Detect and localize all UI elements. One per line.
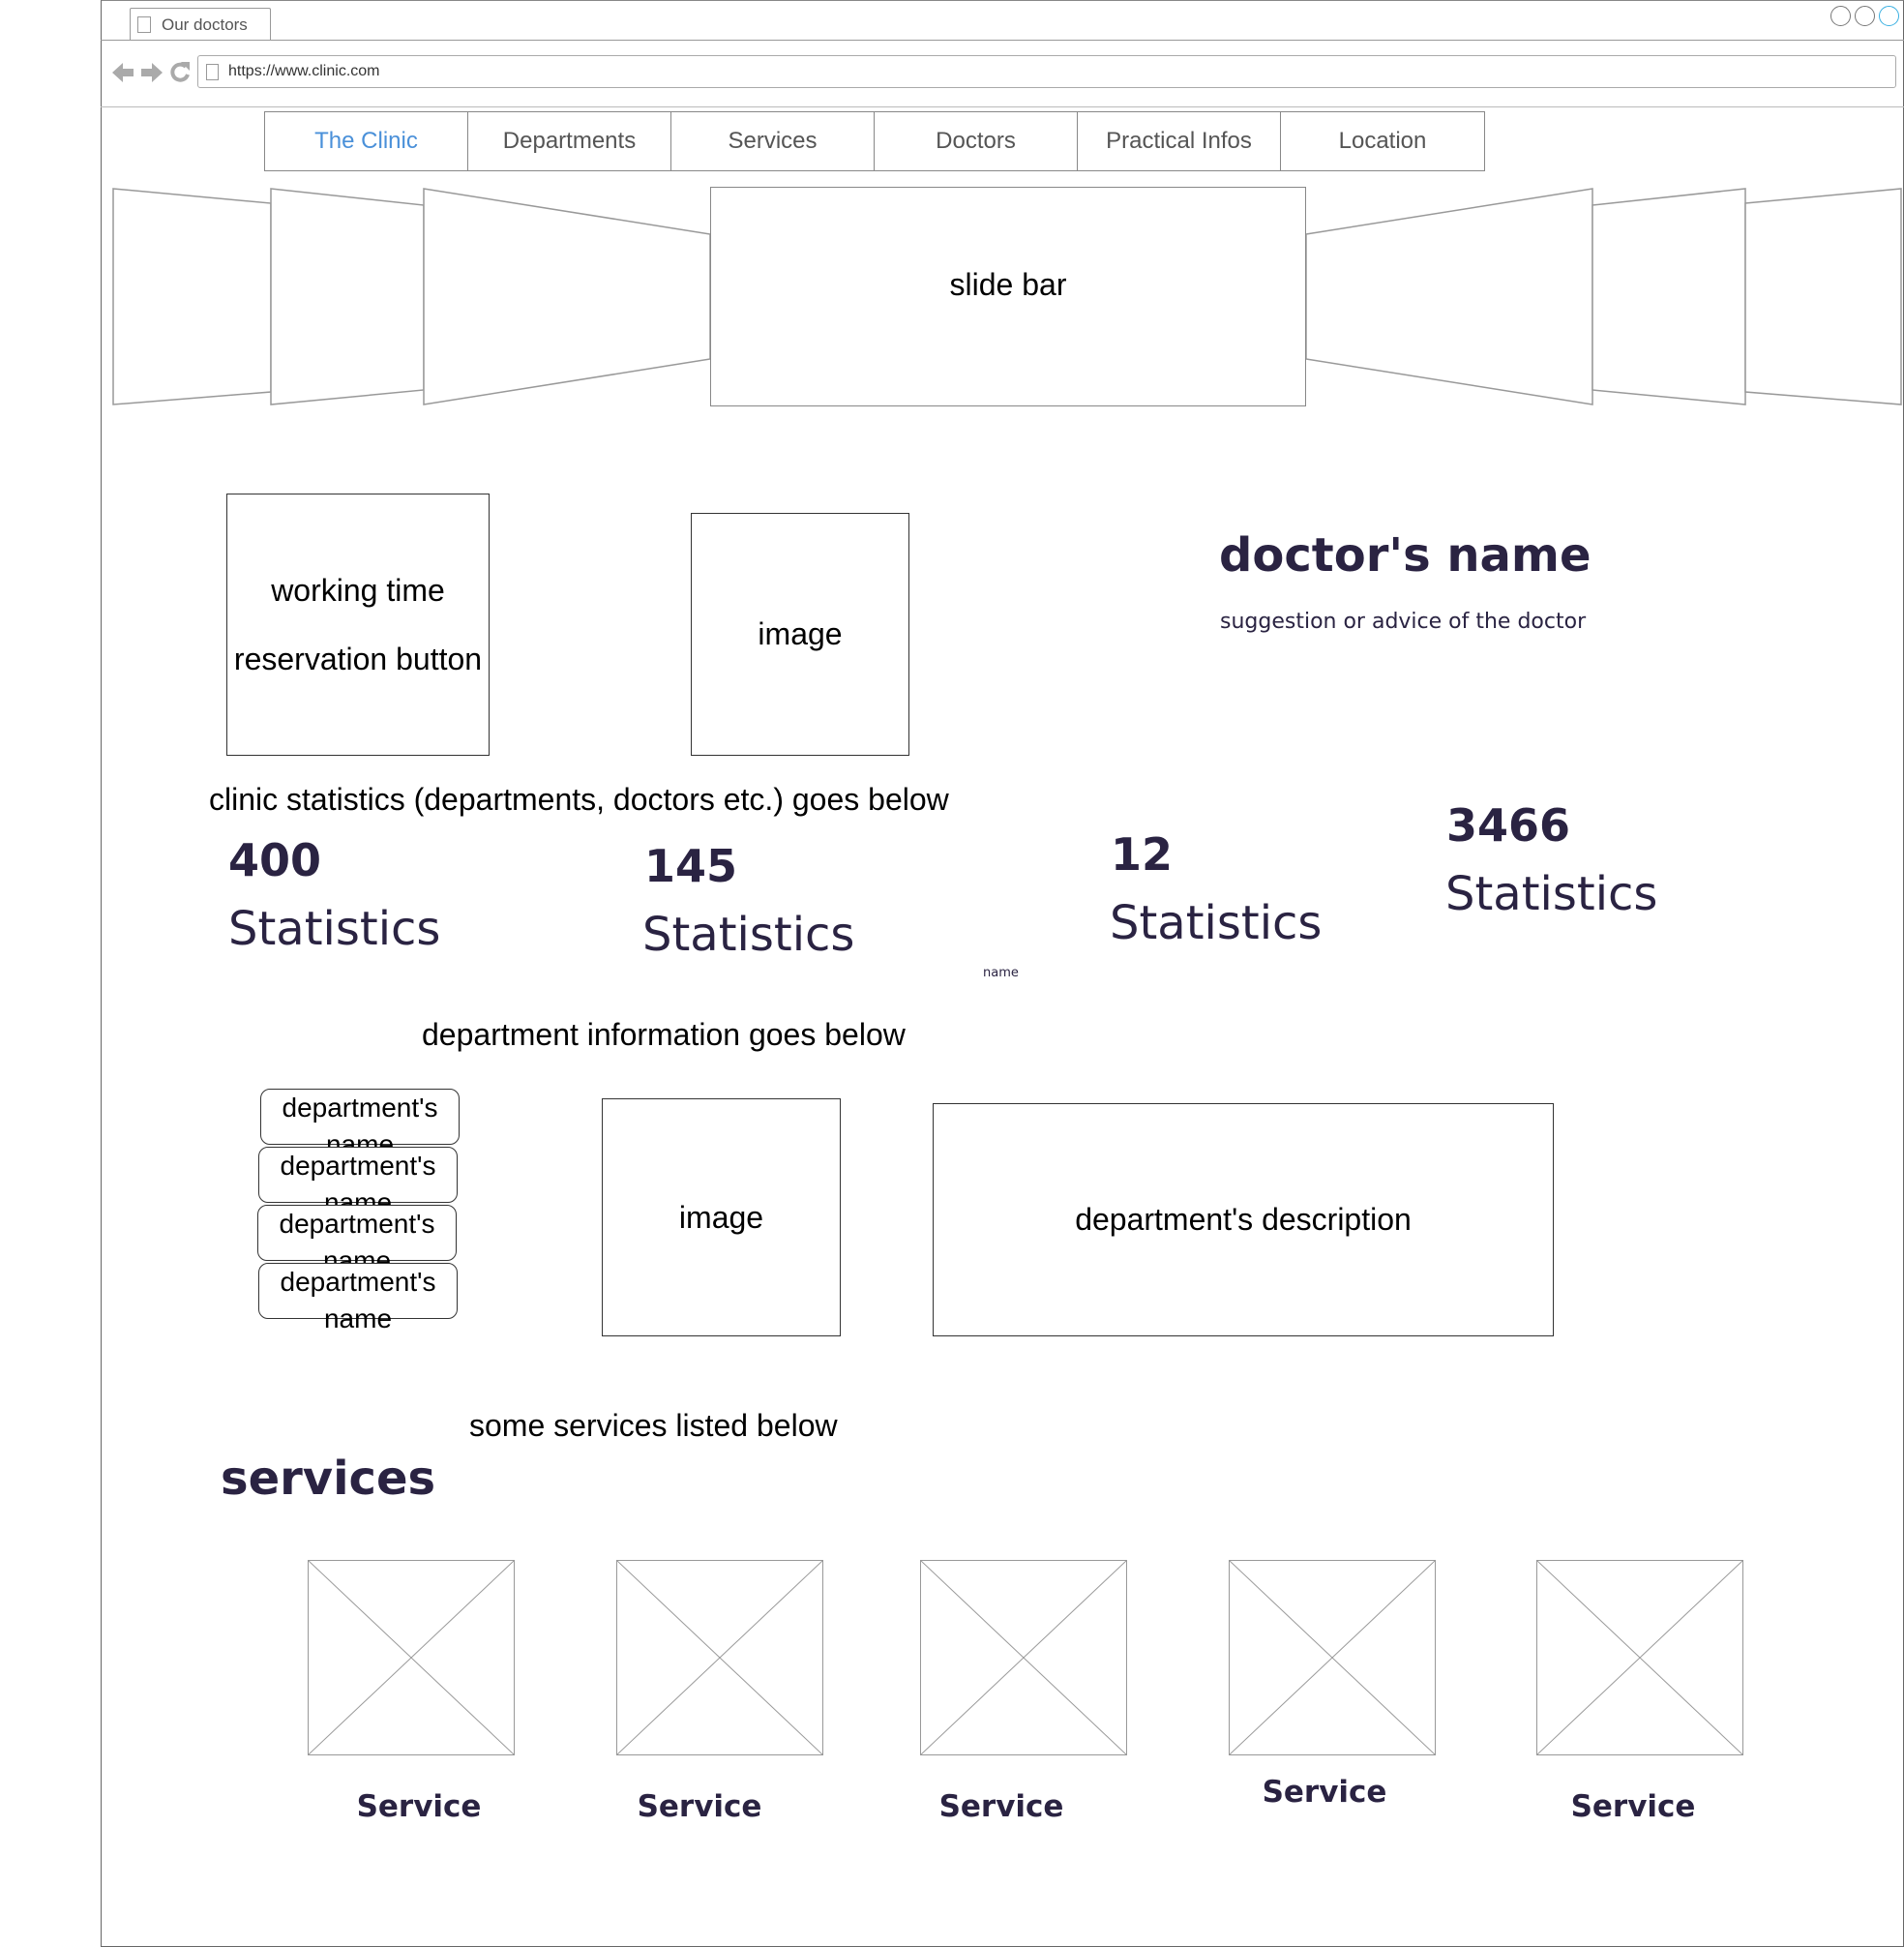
doctor-name: doctor's name (1219, 528, 1592, 583)
service-image-placeholder[interactable] (1229, 1560, 1436, 1755)
stray-name-label: name (983, 966, 1019, 980)
image-label: image (678, 1199, 764, 1235)
slide-left-1 (423, 188, 711, 405)
service-label[interactable]: Service (596, 1789, 803, 1824)
doctor-image: image (691, 513, 909, 756)
service-label[interactable]: Service (1221, 1775, 1428, 1810)
department-list: department's name department's name depa… (257, 1088, 461, 1333)
slide-left-2 (270, 188, 425, 405)
department-button[interactable]: department's name (257, 1205, 457, 1275)
department-heading: department information goes below (422, 1017, 906, 1052)
stat-value-1: 400 (228, 834, 322, 886)
service-label[interactable]: Service (898, 1789, 1105, 1824)
doctor-advice: suggestion or advice of the doctor (1220, 610, 1587, 634)
image-placeholder-icon (1229, 1560, 1436, 1755)
department-button[interactable]: department's name (260, 1089, 460, 1159)
reservation-button[interactable]: reservation button (234, 642, 482, 677)
service-label[interactable]: Service (1530, 1789, 1737, 1824)
image-placeholder-icon (308, 1560, 515, 1755)
stat-label-3: Statistics (1110, 896, 1323, 950)
working-time-label: working time (271, 572, 445, 608)
slide-label: slide bar (949, 267, 1067, 302)
services-title: services (221, 1452, 436, 1506)
stat-value-2: 145 (644, 840, 738, 892)
image-placeholder-icon (1536, 1560, 1743, 1755)
description-text: department's description (1075, 1202, 1412, 1237)
department-button[interactable]: department's name (258, 1263, 458, 1333)
stat-label-4: Statistics (1445, 867, 1658, 921)
image-placeholder-icon (616, 1560, 823, 1755)
services-note: some services listed below (469, 1408, 838, 1443)
slide-active[interactable]: slide bar (710, 187, 1306, 406)
department-image: image (602, 1098, 841, 1336)
service-image-placeholder[interactable] (920, 1560, 1127, 1755)
stat-value-3: 12 (1111, 828, 1174, 881)
stat-label-2: Statistics (642, 908, 855, 962)
stat-value-4: 3466 (1446, 799, 1571, 852)
image-label: image (758, 616, 843, 651)
department-description: department's description (933, 1103, 1554, 1336)
slide-right-1 (1305, 188, 1593, 405)
slide-left-3 (112, 188, 272, 405)
stats-heading: clinic statistics (departments, doctors … (209, 782, 949, 817)
department-button[interactable]: department's name (258, 1147, 458, 1217)
stat-label-1: Statistics (228, 902, 441, 956)
slide-right-3 (1744, 188, 1902, 405)
image-placeholder-icon (920, 1560, 1127, 1755)
service-image-placeholder[interactable] (1536, 1560, 1743, 1755)
service-label[interactable]: Service (315, 1789, 522, 1824)
service-image-placeholder[interactable] (308, 1560, 515, 1755)
service-image-placeholder[interactable] (616, 1560, 823, 1755)
working-time-box: working time reservation button (226, 494, 490, 756)
slide-right-2 (1592, 188, 1746, 405)
